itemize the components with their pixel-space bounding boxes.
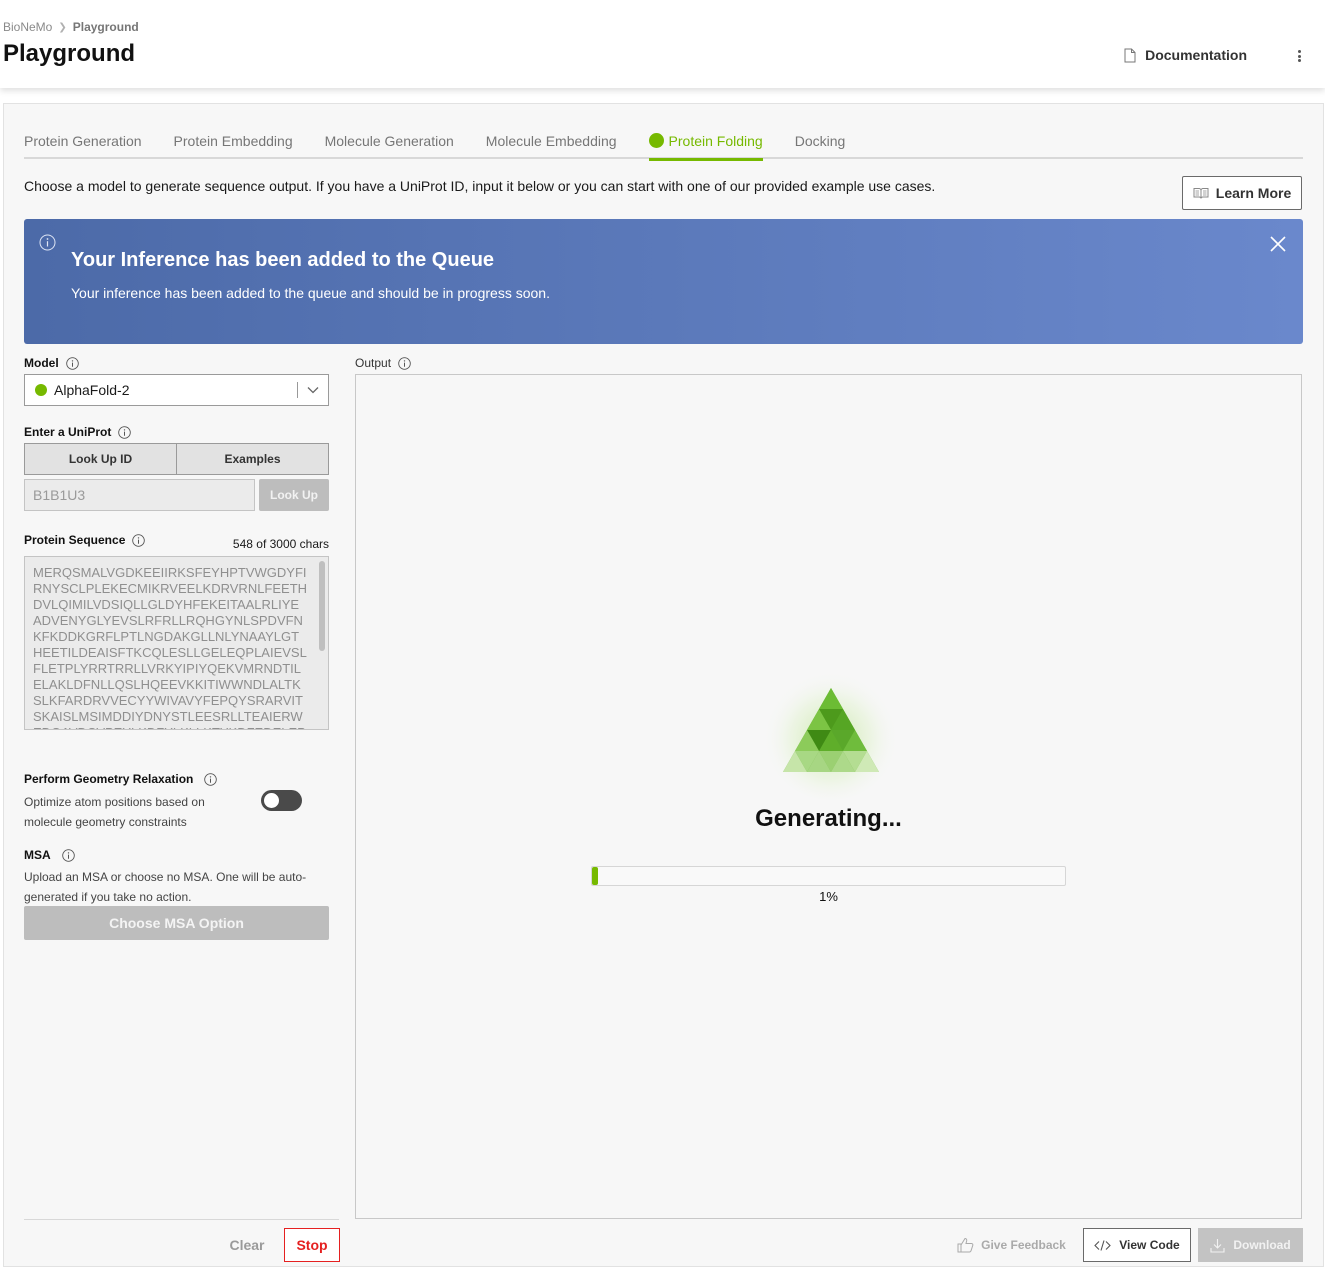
download-button[interactable]: Download <box>1198 1228 1303 1262</box>
info-icon[interactable] <box>398 356 411 370</box>
output-panel: Generating... 1% <box>355 374 1302 1219</box>
output-label: Output <box>355 356 392 370</box>
info-icon[interactable] <box>204 772 218 786</box>
uniprot-id-input[interactable]: B1B1U3 <box>24 479 255 511</box>
view-code-button[interactable]: View Code <box>1083 1228 1191 1262</box>
book-icon <box>1193 187 1209 199</box>
toggle-knob <box>264 793 279 808</box>
info-icon[interactable] <box>132 533 146 547</box>
breadcrumb: BioNeMo ❯ Playground <box>3 20 139 34</box>
output-label-row: Output <box>355 356 411 370</box>
tab-protein-folding[interactable]: Protein Folding <box>648 128 763 161</box>
tab-bar: Protein Generation Protein Embedding Mol… <box>24 128 1303 161</box>
info-icon[interactable] <box>61 848 75 862</box>
msa-label: MSA <box>24 848 51 862</box>
lookup-id-tab[interactable]: Look Up ID <box>25 444 176 474</box>
msa-label-row: MSA <box>24 848 75 862</box>
examples-tab[interactable]: Examples <box>176 444 328 474</box>
documentation-label: Documentation <box>1145 47 1247 63</box>
tab-docking[interactable]: Docking <box>795 128 846 159</box>
thumbs-up-icon <box>957 1237 974 1253</box>
info-icon[interactable] <box>118 425 132 439</box>
top-bar: BioNeMo ❯ Playground Playground Document… <box>0 0 1325 88</box>
feedback-label: Give Feedback <box>981 1238 1066 1252</box>
chevron-down-icon[interactable] <box>298 375 328 405</box>
banner-subtitle: Your inference has been added to the que… <box>71 285 550 301</box>
banner-title: Your Inference has been added to the Que… <box>71 249 495 271</box>
info-icon[interactable] <box>65 356 79 370</box>
more-options-icon[interactable] <box>1293 46 1305 66</box>
geometry-label: Perform Geometry Relaxation <box>24 772 194 786</box>
progress-percentage: 1% <box>819 889 838 904</box>
model-selected-value: AlphaFold-2 <box>54 382 130 398</box>
geometry-label-row: Perform Geometry Relaxation <box>24 772 218 786</box>
sequence-label-row: Protein Sequence <box>24 533 146 547</box>
bionemo-logo-icon <box>763 664 899 800</box>
model-label-row: Model <box>24 356 79 370</box>
sequence-text: MERQSMALVGDKEEIIRKSFEYHPTVWGDYFI RNYSCLP… <box>33 565 308 729</box>
code-icon <box>1094 1239 1112 1251</box>
status-dot-icon <box>648 133 664 148</box>
tab-molecule-generation[interactable]: Molecule Generation <box>325 128 454 159</box>
clear-button[interactable]: Clear <box>222 1228 272 1262</box>
learn-more-label: Learn More <box>1215 185 1292 201</box>
uniprot-label: Enter a UniProt <box>24 425 112 439</box>
document-icon <box>1124 48 1136 62</box>
view-code-label: View Code <box>1119 1238 1180 1252</box>
msa-description: Upload an MSA or choose no MSA. One will… <box>24 870 307 904</box>
give-feedback-button[interactable]: Give Feedback <box>954 1228 1069 1262</box>
tab-molecule-embedding[interactable]: Molecule Embedding <box>486 128 617 159</box>
tab-protein-embedding[interactable]: Protein Embedding <box>174 128 293 159</box>
protein-sequence-textarea[interactable]: MERQSMALVGDKEEIIRKSFEYHPTVWGDYFI RNYSCLP… <box>24 556 329 730</box>
divider <box>24 1219 339 1220</box>
lookup-button[interactable]: Look Up <box>259 479 329 511</box>
playground-panel: Protein Generation Protein Embedding Mol… <box>3 103 1324 1267</box>
sequence-char-count: 548 of 3000 chars <box>232 537 329 551</box>
close-icon[interactable] <box>1269 235 1287 253</box>
info-icon <box>39 234 56 251</box>
download-label: Download <box>1233 1238 1291 1252</box>
model-status-dot <box>35 384 47 396</box>
choose-msa-button[interactable]: Choose MSA Option <box>24 906 329 940</box>
stop-button[interactable]: Stop <box>284 1228 340 1262</box>
scrollbar[interactable] <box>319 561 325 651</box>
tab-protein-generation[interactable]: Protein Generation <box>24 128 142 159</box>
geometry-relaxation-toggle[interactable] <box>261 790 302 811</box>
breadcrumb-current: Playground <box>72 20 139 34</box>
documentation-link[interactable]: Documentation <box>1124 47 1247 63</box>
page-title: Playground <box>3 40 136 67</box>
progress-fill <box>592 867 598 885</box>
uniprot-label-row: Enter a UniProt <box>24 425 132 439</box>
model-select[interactable]: AlphaFold-2 <box>24 374 329 406</box>
uniprot-mode-toggle: Look Up ID Examples <box>24 443 329 475</box>
breadcrumb-root[interactable]: BioNeMo <box>3 20 52 34</box>
learn-more-button[interactable]: Learn More <box>1182 176 1302 210</box>
generating-status: Generating... <box>755 805 902 832</box>
progress-bar <box>591 866 1066 886</box>
intro-text: Choose a model to generate sequence outp… <box>24 178 936 194</box>
sequence-label: Protein Sequence <box>24 533 126 547</box>
geometry-description: Optimize atom positions based on molecul… <box>24 795 205 829</box>
chevron-right-icon: ❯ <box>58 21 67 33</box>
download-icon <box>1210 1238 1225 1253</box>
model-label: Model <box>24 356 59 370</box>
queue-notification-banner: Your Inference has been added to the Que… <box>24 219 1303 344</box>
